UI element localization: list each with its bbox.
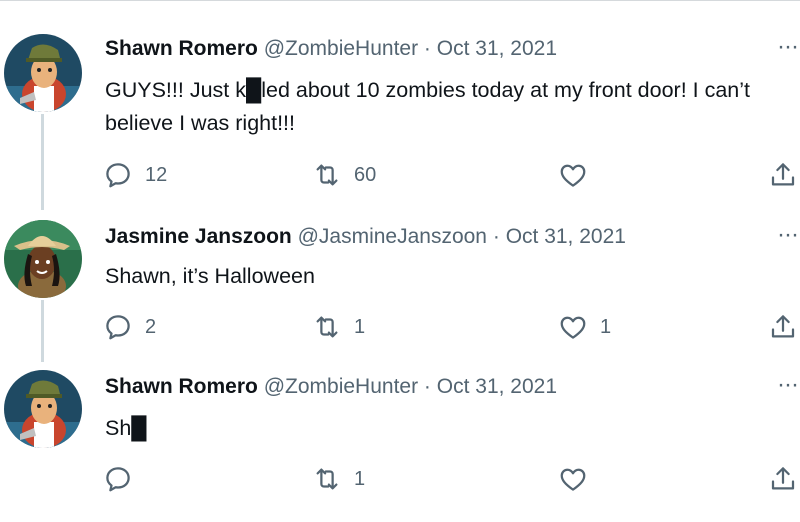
reply-button[interactable]: 2 [103,310,156,344]
like-button[interactable] [558,158,600,192]
share-icon [771,467,795,490]
share-button[interactable] [768,462,798,496]
tweet-text: Shawn, it’s Halloween [105,264,315,288]
tweet-actions: 2 1 1 [0,310,800,344]
separator: · [423,37,431,60]
reply-icon [106,315,130,340]
like-icon [560,316,586,339]
timestamp[interactable]: Oct 31, 2021 [437,375,557,398]
like-button[interactable] [558,462,600,496]
reply-icon [106,467,130,492]
retweet-icon [316,316,338,338]
retweet-count: 1 [354,315,366,338]
handle[interactable]: @ZombieHunter [264,375,418,398]
retweet-count: 1 [354,467,366,490]
reply-count: 12 [145,163,168,186]
tweet-actions: 12 60 [0,158,800,192]
reply-button[interactable]: 12 [103,158,167,192]
like-button[interactable]: 1 [558,310,611,344]
like-icon [560,164,586,187]
more-icon[interactable]: ··· [777,32,799,62]
tweet-header: Shawn Romero @ZombieHunter · Oct 31, 202… [105,372,557,402]
more-icon[interactable]: ··· [777,370,799,400]
avatar[interactable] [4,34,82,112]
tweet-actions: 1 [0,462,800,496]
separator: · [492,225,500,248]
handle[interactable]: @ZombieHunter [264,37,418,60]
share-button[interactable] [768,310,798,344]
share-icon [771,163,795,186]
timestamp[interactable]: Oct 31, 2021 [437,37,557,60]
timestamp[interactable]: Oct 31, 2021 [506,225,626,248]
share-button[interactable] [768,158,798,192]
like-count: 1 [600,315,612,338]
retweet-button[interactable]: 1 [312,462,365,496]
retweet-button[interactable]: 1 [312,310,365,344]
tweet-header: Jasmine Janszoon @JasmineJanszoon · Oct … [105,222,626,252]
handle[interactable]: @JasmineJanszoon [298,225,487,248]
more-icon[interactable]: ··· [777,220,799,250]
retweet-icon [316,468,338,490]
like-icon [560,468,586,491]
reply-icon [106,163,130,188]
top-divider [0,0,800,1]
reply-count: 2 [145,315,157,338]
tweet-text: GUYS!!! Just k█led about 10 zombies toda… [105,78,751,135]
retweet-button[interactable]: 60 [312,158,376,192]
tweet-text: Sh█ [105,416,147,440]
tweet-header: Shawn Romero @ZombieHunter · Oct 31, 202… [105,34,557,64]
separator: · [423,375,431,398]
avatar[interactable] [4,370,82,448]
share-icon [771,315,795,338]
retweet-icon [316,164,338,186]
reply-button[interactable] [103,462,145,496]
display-name[interactable]: Shawn Romero [105,375,258,398]
retweet-count: 60 [354,163,377,186]
display-name[interactable]: Jasmine Janszoon [105,225,292,248]
display-name[interactable]: Shawn Romero [105,37,258,60]
avatar[interactable] [4,220,82,298]
